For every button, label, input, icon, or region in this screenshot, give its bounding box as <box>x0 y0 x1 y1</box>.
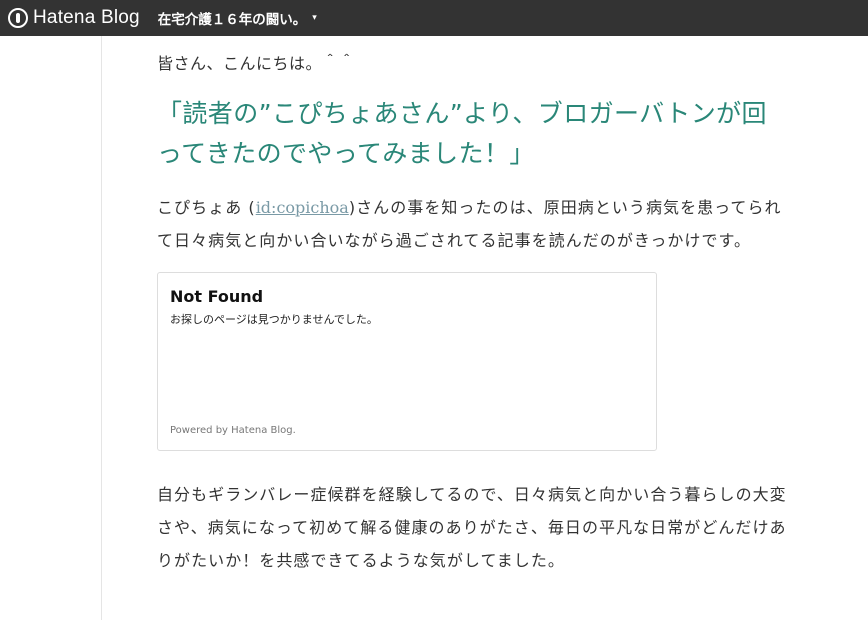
section-heading: 「読者の”こぴちょあさん”より、ブロガーバトンが回ってきたのでやってみました！」 <box>157 99 767 168</box>
paragraph-intro-pre: こぴちょあ ( <box>157 198 256 217</box>
blog-title: 在宅介護１６年の闘い。 <box>157 12 307 28</box>
brand-name: Hatena Blog <box>33 7 140 28</box>
user-id-link[interactable]: id:copichoa <box>256 198 349 217</box>
content-left-border <box>101 36 102 620</box>
hatena-blog-logo-link[interactable]: Hatena Blog <box>8 7 140 29</box>
greeting-text: 皆さん、こんにちは。＾＾ <box>157 54 356 73</box>
embed-footer: Powered by Hatena Blog. <box>170 425 296 436</box>
embed-message: お探しのページは見つかりませんでした。 <box>170 313 378 326</box>
chevron-down-icon: ▾ <box>312 13 317 23</box>
blog-title-dropdown[interactable]: 在宅介護１６年の闘い。 ▾ <box>158 8 317 28</box>
paragraph-intro: こぴちょあ (id:copichoa)さんの事を知ったのは、原田病という病気を患… <box>157 191 787 257</box>
article-body: 皆さん、こんにちは。＾＾ 「読者の”こぴちょあさん”より、ブロガーバトンが回って… <box>157 36 787 577</box>
embed-title: Not Found <box>170 287 264 306</box>
embedded-card[interactable]: Not Found お探しのページは見つかりませんでした。 Powered by… <box>157 272 657 451</box>
hatena-logo-icon <box>8 8 28 28</box>
top-bar: Hatena Blog 在宅介護１６年の闘い。 ▾ <box>0 0 868 36</box>
paragraph-empathy: 自分もギランバレー症候群を経験してるので、日々病気と向かい合う暮らしの大変さや、… <box>157 485 787 570</box>
